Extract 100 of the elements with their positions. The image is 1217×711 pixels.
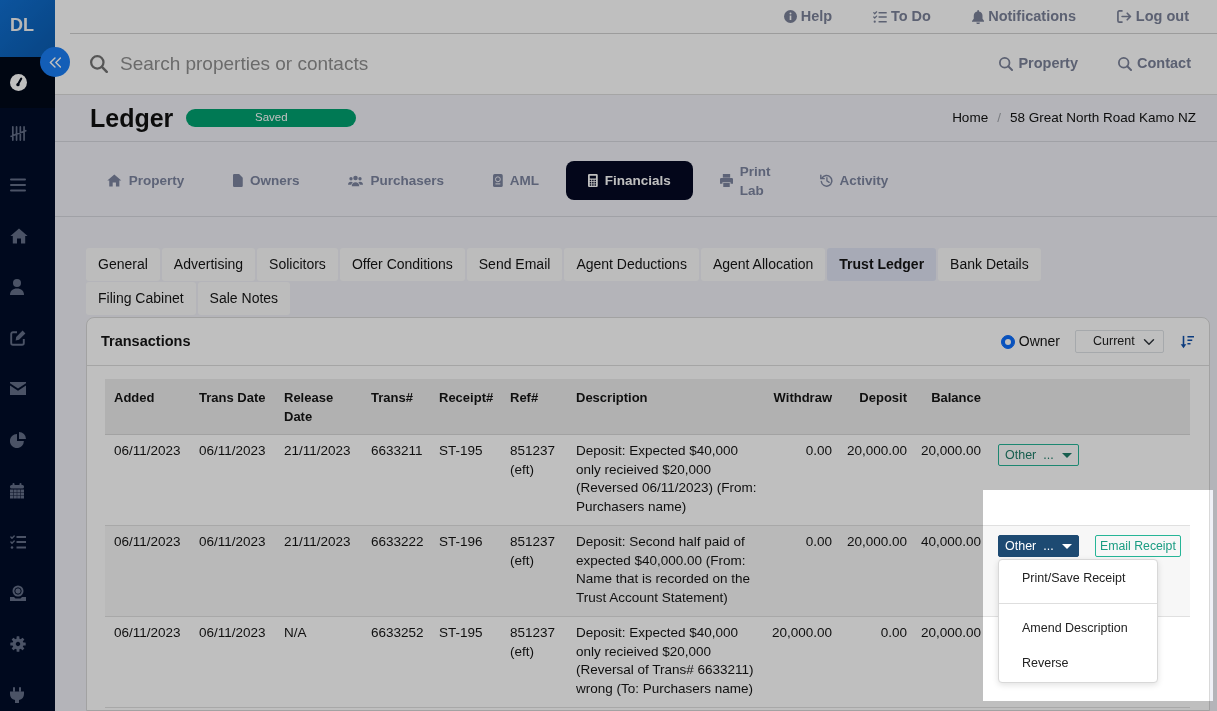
file-icon [233,174,243,187]
logo: DL [0,0,55,57]
table-cell: 20,000.00 [916,616,990,708]
table-cell: 40,000.00 [916,525,990,617]
table-cell: 06/11/2023 [190,616,275,708]
table-cell: ST-195 [430,616,501,708]
table-cell: 20,000.00 [916,434,990,526]
radio-label: Owner [1018,332,1060,351]
table-cell: ST-196 [430,525,501,617]
table-cell: 6633211 [362,434,430,526]
table-cell: 21/11/2023 [275,434,362,526]
actions-dropdown-button[interactable]: Other ... [998,444,1079,466]
table-cell: 0.00 [765,525,841,617]
page-title: Ledger [90,105,174,131]
column-header: Description [567,379,765,435]
history-icon [819,174,833,187]
table-cell: N/A [275,616,362,708]
bell-icon [971,9,985,24]
checklist-icon [873,10,887,23]
caret-icon [1062,543,1072,549]
section-tab[interactable]: Agent Allocation [700,248,826,281]
table-cell: 20,000.00 [765,616,841,708]
column-header: Added [105,379,190,435]
menu-item[interactable]: Print/Save Receipt [999,561,1157,596]
calendar-icon [10,482,24,499]
sort-button[interactable] [1180,334,1194,349]
table-cell: ST-195 [430,434,501,526]
status-badge: Saved [186,109,357,127]
section-tab[interactable]: Sale Notes [197,282,291,315]
table-cell: 851237 (eft) [501,525,567,617]
checklist-icon [10,534,26,549]
table-cell: 0.00 [765,434,841,526]
section-tab[interactable]: General [86,248,160,281]
section-tab[interactable]: Send Email [466,248,563,281]
table-cell: Deposit: Expected $40,000 only recieived $20,000 (Reversed 06/11/2023) (From: Purchasers name) [567,434,765,526]
table-cell: 0.00 [841,616,916,708]
section-tab[interactable]: Agent Deductions [564,248,699,281]
period-select[interactable]: Current [1075,330,1164,353]
column-header: Receipt# [430,379,501,435]
table-cell: Deposit: Expected $40,000 only recieived $20,000 (Reversal of Trans# 6633211) wrong (To: Purchasers name) [567,616,765,708]
column-header: Release Date [275,379,362,435]
table-cell: 851237 (eft) [501,616,567,708]
table-cell: 21/11/2023 [275,525,362,617]
search-icon [1118,57,1132,71]
table-cell: 06/11/2023 [105,434,190,526]
settings-icon [10,635,26,652]
user-icon [10,278,24,295]
gauge-icon [10,74,27,91]
edit-icon [10,329,26,346]
home-icon [10,227,28,244]
column-header: Ref# [501,379,567,435]
column-header: Balance [916,379,990,435]
pie-chart-icon [10,431,26,448]
account-radio[interactable] [1000,334,1015,349]
menu-item[interactable]: Reverse [999,646,1157,681]
module-tab[interactable]: Financials [566,161,693,200]
section-tab[interactable]: Filing Cabinet [86,282,196,315]
printer-icon [719,174,733,187]
breadcrumb-current: 58 Great North Road Kamo NZ [1009,108,1196,127]
panel-title: Transactions [101,331,191,351]
table-cell: 20,000.00 [841,525,916,617]
menu-icon [10,177,26,192]
passport-icon [493,174,503,187]
table-cell: 20,000.00 [841,434,916,526]
column-header: Trans# [362,379,430,435]
menu-item[interactable]: Amend Description [999,611,1157,646]
users-icon [348,174,364,187]
chevrons-left-icon [48,56,62,68]
tally-icon [10,126,27,141]
table-cell: Deposit: Second half paid of expected $40,000.00 (From: Name that is recorded on the Trust Account Statement) [567,525,765,617]
info-icon [783,10,797,23]
plug-icon [10,686,24,703]
table-cell: 06/11/2023 [105,525,190,617]
table-cell: 851237 (eft) [501,434,567,526]
sort-icon [1180,334,1194,349]
column-header: Trans Date [190,379,275,435]
section-tab[interactable]: Bank Details [938,248,1041,281]
logout-icon [1117,10,1132,23]
section-tab[interactable]: Advertising [161,248,256,281]
section-tab[interactable]: Offer Conditions [339,248,465,281]
breadcrumb-separator: / [997,108,1001,127]
section-tab[interactable]: Solicitors [257,248,338,281]
table-cell: 06/11/2023 [190,434,275,526]
search-icon [90,55,108,73]
breadcrumb-link[interactable]: Home [952,107,989,129]
column-header: Deposit [841,379,916,435]
actions-dropdown-button[interactable]: Other ... [998,535,1079,557]
calculator-icon [588,174,598,187]
caret-icon [1062,452,1072,458]
search-field[interactable]: Search properties or contacts [120,49,980,79]
table-cell: 6633222 [362,525,430,617]
sidebar-item[interactable] [0,57,55,108]
search-icon [999,57,1014,71]
table-cell: 06/11/2023 [105,616,190,708]
column-header: Withdraw [765,379,841,435]
coin-icon [10,584,26,601]
table-cell: 06/11/2023 [190,525,275,617]
section-tab[interactable]: Trust Ledger [827,248,937,281]
table-cell: 6633252 [362,616,430,708]
home-icon [107,174,122,187]
